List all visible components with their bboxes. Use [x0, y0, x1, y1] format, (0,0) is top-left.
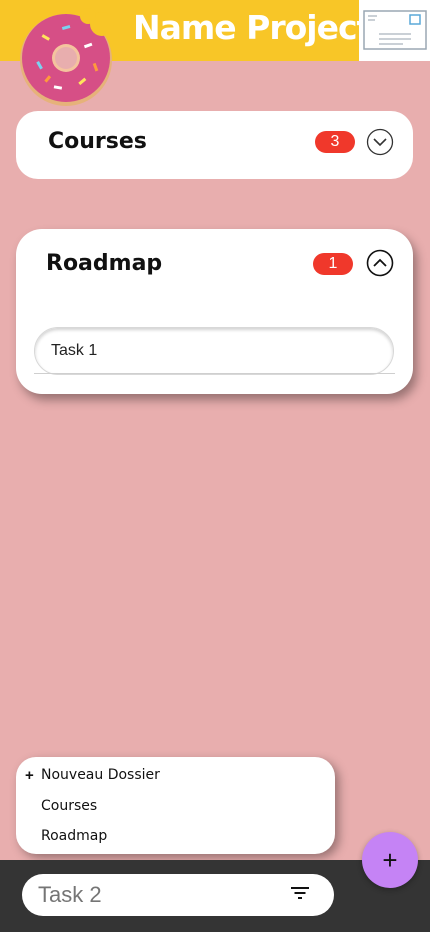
filter-icon[interactable] [290, 886, 310, 900]
new-folder-menu-item[interactable]: Nouveau Dossier [41, 767, 160, 783]
divider [34, 373, 395, 374]
donut-icon[interactable] [14, 8, 118, 108]
chevron-down-icon[interactable] [366, 128, 394, 156]
plus-icon[interactable]: + [25, 767, 34, 784]
add-button[interactable]: + [362, 832, 418, 888]
folder-card-roadmap[interactable]: Roadmap 1 [16, 229, 413, 394]
menu-item-courses[interactable]: Courses [41, 798, 97, 814]
chevron-up-icon[interactable] [366, 249, 394, 277]
folder-card-courses[interactable]: Courses 3 [16, 111, 413, 179]
envelope-icon[interactable] [359, 0, 430, 61]
project-title[interactable]: Name Project [133, 8, 372, 47]
task-count-badge: 3 [315, 131, 355, 153]
folder-title: Courses [48, 129, 147, 154]
menu-item-roadmap[interactable]: Roadmap [41, 828, 107, 844]
task-count-badge: 1 [313, 253, 353, 275]
task-field[interactable] [34, 327, 394, 375]
folder-menu: + Nouveau Dossier Courses Roadmap [16, 757, 335, 854]
new-task-input[interactable] [22, 874, 334, 916]
folder-title: Roadmap [46, 251, 163, 276]
